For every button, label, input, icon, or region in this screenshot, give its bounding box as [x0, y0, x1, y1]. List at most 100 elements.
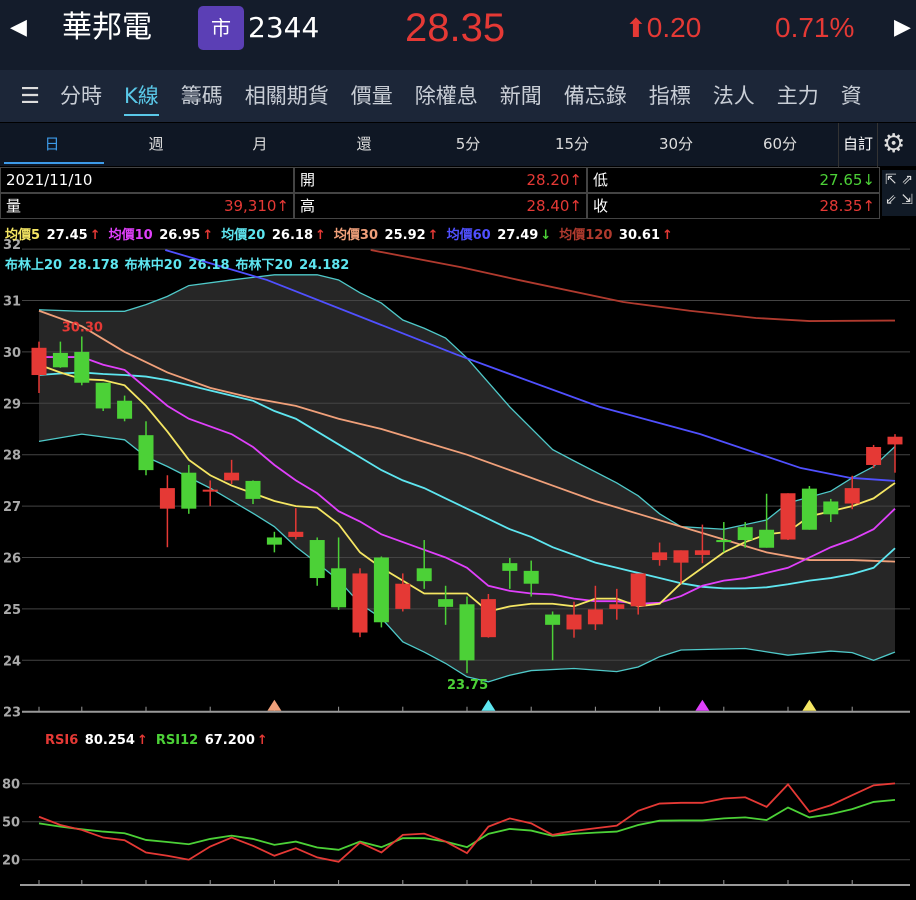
candle-body — [759, 529, 775, 548]
date-cell: 2021/11/10 — [0, 167, 294, 193]
tab-6[interactable]: 新聞 — [500, 70, 542, 122]
open-label: 開 — [300, 171, 316, 189]
menu-sort-icon[interactable]: ☰ — [0, 70, 60, 122]
candle-body — [245, 480, 261, 499]
period-tab-6[interactable]: 30分 — [624, 123, 728, 166]
open-value: 28.20↑ — [526, 171, 582, 189]
candle-body — [138, 435, 154, 471]
date: 2021/11/10 — [6, 171, 93, 189]
tab-10[interactable]: 主力 — [777, 70, 819, 122]
signal-triangle-icon — [802, 699, 817, 711]
function-tabs: ☰ 分時 K線 籌碼 相關期貨 價量 除權息 新聞 備忘錄 指標 法人 主力資 — [0, 70, 916, 122]
tab-7[interactable]: 備忘錄 — [564, 70, 627, 122]
candle-body — [459, 604, 475, 661]
tab-9[interactable]: 法人 — [713, 70, 755, 122]
tab-5[interactable]: 除權息 — [415, 70, 478, 122]
trend-arrow-icon: ↑ — [89, 228, 101, 243]
tab-4[interactable]: 價量 — [351, 70, 393, 122]
kline-chart[interactable]: 3231302928272625242330.3023.75805020 — [0, 222, 916, 900]
candle-body — [716, 540, 732, 543]
candle-body — [181, 472, 197, 509]
candle-body — [887, 436, 903, 445]
legend-label: 均價20 — [221, 228, 266, 243]
rsi6-line — [38, 782, 896, 863]
period-tab-3[interactable]: 還 — [312, 123, 416, 166]
legend-value: 28.178 — [68, 258, 119, 273]
tab-2[interactable]: 籌碼 — [181, 70, 223, 122]
stock-name: 華邦電 — [62, 10, 152, 45]
volume-label: 量 — [6, 197, 22, 215]
candle-body — [652, 552, 668, 561]
legend-label: RSI12 — [155, 733, 199, 748]
candle-body — [780, 493, 796, 540]
candle-body — [74, 351, 90, 383]
rsi-tick-label: 80 — [2, 778, 20, 793]
candle-body — [288, 531, 304, 537]
y-tick-label: 24 — [3, 654, 21, 669]
tab-3[interactable]: 相關期貨 — [245, 70, 329, 122]
candle-body — [694, 550, 710, 555]
trend-arrow-icon: ↑ — [662, 228, 673, 243]
next-stock-icon[interactable]: ▶ — [894, 0, 911, 56]
period-tab-5[interactable]: 15分 — [520, 123, 624, 166]
low-value: 27.65↓ — [819, 171, 875, 189]
legend-label: 均價10 — [108, 228, 153, 243]
up-arrow-icon: ⬆ — [625, 13, 647, 43]
high-cell: 高 28.40↑ — [294, 193, 587, 219]
change-percent: 0.71% — [775, 12, 855, 43]
legend-value: 80.254 — [84, 733, 135, 748]
period-tab-4[interactable]: 5分 — [416, 123, 520, 166]
candle-body — [52, 352, 68, 368]
legend-value: 24.182 — [299, 258, 350, 273]
tab-0[interactable]: 分時 — [60, 70, 102, 122]
candle-body — [844, 488, 860, 504]
period-tab-2[interactable]: 月 — [208, 123, 312, 166]
y-tick-label: 31 — [3, 295, 21, 310]
close-label: 收 — [593, 197, 609, 215]
legend-value: 26.18 — [188, 258, 230, 273]
high-label: 高 — [300, 197, 316, 215]
candle-body — [523, 570, 539, 584]
y-tick-label: 29 — [3, 397, 21, 412]
trend-arrow-icon: ↑ — [256, 733, 268, 748]
ma120-line — [370, 249, 896, 322]
signal-triangle-icon — [481, 699, 496, 711]
low-cell: 低 27.65↓ — [587, 167, 880, 193]
close-cell: 收 28.35↑ — [587, 193, 880, 219]
volume-cell: 量 39,310↑ — [0, 193, 294, 219]
candle-body — [202, 489, 218, 492]
candle-body — [224, 472, 240, 481]
last-price: 28.35 — [405, 6, 506, 50]
candle-body — [31, 347, 47, 376]
candle-body — [480, 599, 496, 638]
candle-body — [117, 400, 133, 419]
period-tab-7[interactable]: 60分 — [728, 123, 832, 166]
candle-body — [823, 501, 839, 515]
tab-11[interactable]: 資 — [841, 70, 862, 122]
legend-value: 26.95 — [159, 228, 201, 243]
candle-body — [438, 599, 454, 607]
price-annotation: 23.75 — [447, 678, 488, 693]
fullscreen-expand-icon[interactable]: ⇱ ⇗ ⇙ ⇲ — [882, 170, 916, 216]
legend-label: 均價5 — [5, 228, 41, 243]
legend-value: 67.200 — [204, 733, 255, 748]
tab-1[interactable]: K線 — [124, 70, 159, 122]
period-tab-0[interactable]: 日 — [0, 123, 104, 166]
y-tick-label: 28 — [3, 449, 21, 464]
trend-arrow-icon: ↑ — [427, 228, 439, 243]
candle-body — [545, 614, 561, 625]
close-value: 28.35↑ — [819, 197, 875, 215]
prev-stock-icon[interactable]: ◀ — [10, 0, 27, 56]
candle-body — [587, 609, 603, 625]
candle-body — [95, 382, 111, 409]
period-tab-1[interactable]: 週 — [104, 123, 208, 166]
custom-button[interactable]: 自訂 — [838, 123, 878, 167]
legend-value: 25.92 — [384, 228, 426, 243]
candle-body — [331, 568, 347, 608]
legend-label: 布林上20 — [5, 258, 63, 273]
legend-label: 布林中20 — [124, 258, 182, 273]
tab-8[interactable]: 指標 — [649, 70, 691, 122]
high-value: 28.40↑ — [526, 197, 582, 215]
gear-icon[interactable]: ⚙ — [882, 129, 905, 159]
legend-label: 均價60 — [446, 228, 491, 243]
